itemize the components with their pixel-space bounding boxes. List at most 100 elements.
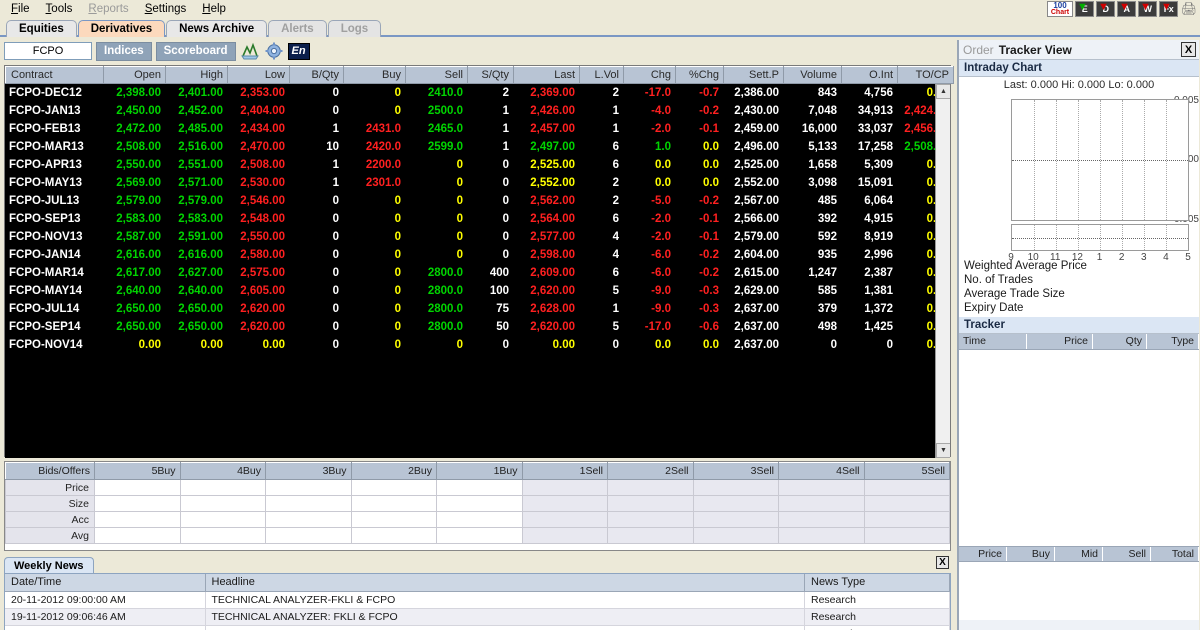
bids-offers-cell[interactable] bbox=[863, 511, 950, 528]
chart-icon[interactable] bbox=[240, 41, 260, 61]
quote-row[interactable]: FCPO-JAN13 2,450.00 2,452.00 2,404.00 0 0 2500… bbox=[5, 102, 950, 120]
quote-row[interactable]: FCPO-JUL14 2,650.00 2,650.00 2,620.00 0 0 2800… bbox=[5, 300, 950, 318]
col-sell[interactable]: Sell bbox=[405, 66, 468, 84]
col-pchg[interactable]: %Chg bbox=[675, 66, 724, 84]
col-2sell[interactable]: 2Sell bbox=[607, 462, 694, 480]
quote-row[interactable]: FCPO-DEC12 2,398.00 2,401.00 2,353.00 0 0 2410… bbox=[5, 84, 950, 102]
quote-row[interactable]: FCPO-APR13 2,550.00 2,551.00 2,508.00 1 2200.… bbox=[5, 156, 950, 174]
quote-row[interactable]: FCPO-MAR14 2,617.00 2,627.00 2,575.00 0 0 2800… bbox=[5, 264, 950, 282]
menu-file[interactable]: File bbox=[4, 1, 37, 18]
bids-offers-cell[interactable] bbox=[436, 511, 523, 528]
bids-offers-cell[interactable] bbox=[350, 511, 437, 528]
language-badge[interactable]: En bbox=[287, 42, 310, 60]
col-low[interactable]: Low bbox=[227, 66, 290, 84]
col-type[interactable]: Type bbox=[1147, 334, 1199, 349]
scoreboard-button[interactable]: Scoreboard bbox=[155, 41, 236, 61]
col-buy[interactable]: Buy bbox=[343, 66, 406, 84]
alerts-icon[interactable]: ▼ A bbox=[1117, 1, 1136, 17]
bids-offers-cell[interactable] bbox=[350, 495, 437, 512]
news-row[interactable]: 20-11-2012 09:00:00 AM TECHNICAL ANALYZER… bbox=[5, 591, 950, 609]
col-bqty[interactable]: B/Qty bbox=[289, 66, 344, 84]
col-1buy[interactable]: 1Buy bbox=[436, 462, 523, 480]
bids-offers-cell[interactable] bbox=[265, 511, 352, 528]
col-depth-sell[interactable]: Sell bbox=[1103, 547, 1151, 561]
bids-offers-cell[interactable] bbox=[265, 495, 352, 512]
forex-icon[interactable]: ▼ Fx bbox=[1159, 1, 1178, 17]
menu-tools[interactable]: Tools bbox=[39, 1, 80, 18]
col-depth-buy[interactable]: Buy bbox=[1007, 547, 1055, 561]
close-icon[interactable]: X bbox=[1181, 42, 1196, 57]
bids-offers-cell[interactable] bbox=[436, 495, 523, 512]
col-sqty[interactable]: S/Qty bbox=[467, 66, 514, 84]
col-settp[interactable]: Sett.P bbox=[723, 66, 784, 84]
tab-equities[interactable]: Equities bbox=[6, 20, 77, 37]
printer-icon[interactable]: 🖨 bbox=[1180, 1, 1198, 17]
bids-offers-cell[interactable] bbox=[607, 495, 694, 512]
quote-row[interactable]: FCPO-MAY13 2,569.00 2,571.00 2,530.00 1 2301.… bbox=[5, 174, 950, 192]
quote-row[interactable]: FCPO-SEP13 2,583.00 2,583.00 2,548.00 0 0 0 0 2,… bbox=[5, 210, 950, 228]
bids-offers-cell[interactable] bbox=[607, 511, 694, 528]
bids-offers-cell[interactable] bbox=[436, 479, 523, 496]
col-4buy[interactable]: 4Buy bbox=[179, 462, 266, 480]
tab-news-archive[interactable]: News Archive bbox=[166, 20, 268, 37]
bids-offers-cell[interactable] bbox=[179, 511, 266, 528]
bids-offers-cell[interactable] bbox=[521, 495, 608, 512]
quote-grid-scrollbar[interactable]: ▲ ▼ bbox=[935, 84, 950, 458]
equities-icon[interactable]: ▼ E bbox=[1075, 1, 1094, 17]
bids-offers-cell[interactable] bbox=[778, 495, 865, 512]
bids-offers-cell[interactable] bbox=[692, 511, 779, 528]
col-high[interactable]: High bbox=[165, 66, 228, 84]
chart-100-logo-icon[interactable]: 100 Chart bbox=[1047, 1, 1073, 17]
bids-offers-cell[interactable] bbox=[265, 527, 352, 544]
bids-offers-cell[interactable] bbox=[179, 479, 266, 496]
col-headline[interactable]: Headline bbox=[205, 574, 805, 592]
col-price[interactable]: Price bbox=[1027, 334, 1093, 349]
bids-offers-cell[interactable] bbox=[692, 479, 779, 496]
bids-offers-cell[interactable] bbox=[350, 527, 437, 544]
bids-offers-cell[interactable] bbox=[863, 527, 950, 544]
quote-row[interactable]: FCPO-JUL13 2,579.00 2,579.00 2,546.00 0 0 0 0 2,… bbox=[5, 192, 950, 210]
bids-offers-cell[interactable] bbox=[778, 479, 865, 496]
col-2buy[interactable]: 2Buy bbox=[350, 462, 437, 480]
col-time[interactable]: Time bbox=[959, 334, 1027, 349]
bids-offers-cell[interactable] bbox=[179, 495, 266, 512]
indices-button[interactable]: Indices bbox=[96, 41, 152, 61]
bids-offers-cell[interactable] bbox=[179, 527, 266, 544]
quote-row[interactable]: FCPO-JAN14 2,616.00 2,616.00 2,580.00 0 0 0 0 2,… bbox=[5, 246, 950, 264]
quote-row[interactable]: FCPO-SEP14 2,650.00 2,650.00 2,620.00 0 0 2800… bbox=[5, 318, 950, 336]
bids-offers-cell[interactable] bbox=[521, 479, 608, 496]
watchlist-icon[interactable]: ▼ W bbox=[1138, 1, 1157, 17]
bids-offers-cell[interactable] bbox=[436, 527, 523, 544]
bids-offers-cell[interactable] bbox=[692, 495, 779, 512]
weekly-news-tab[interactable]: Weekly News bbox=[4, 557, 94, 573]
bids-offers-cell[interactable] bbox=[94, 495, 181, 512]
gear-icon[interactable] bbox=[264, 41, 284, 61]
col-open[interactable]: Open bbox=[103, 66, 166, 84]
menu-settings[interactable]: Settings bbox=[138, 1, 194, 18]
col-5buy[interactable]: 5Buy bbox=[94, 462, 181, 480]
col-tocp[interactable]: TO/CP bbox=[897, 66, 954, 84]
col-chg[interactable]: Chg bbox=[623, 66, 676, 84]
quote-row[interactable]: FCPO-NOV13 2,587.00 2,591.00 2,550.00 0 0 0 0 2,… bbox=[5, 228, 950, 246]
col-contract[interactable]: Contract bbox=[5, 66, 104, 84]
derivatives-icon[interactable]: ▼ D bbox=[1096, 1, 1115, 17]
quote-row[interactable]: FCPO-MAR13 2,508.00 2,516.00 2,470.00 10 2420… bbox=[5, 138, 950, 156]
bids-offers-cell[interactable] bbox=[350, 479, 437, 496]
col-last[interactable]: Last bbox=[513, 66, 580, 84]
quote-row[interactable]: FCPO-NOV14 0.00 0.00 0.00 0 0 0 0 0.00 0 0.0 0.0 2,6… bbox=[5, 336, 950, 354]
news-row[interactable]: 19-11-2012 09:06:46 AM TECHNICAL ANALYZER… bbox=[5, 608, 950, 626]
col-1sell[interactable]: 1Sell bbox=[521, 462, 608, 480]
bids-offers-cell[interactable] bbox=[778, 511, 865, 528]
news-row[interactable]: 16-11-2012 09:27:31 AMTECHNICAL ANALYZER… bbox=[5, 625, 950, 630]
menu-help[interactable]: Help bbox=[195, 1, 233, 18]
col-4sell[interactable]: 4Sell bbox=[778, 462, 865, 480]
col-oint[interactable]: O.Int bbox=[841, 66, 898, 84]
quote-row[interactable]: FCPO-MAY14 2,640.00 2,640.00 2,605.00 0 0 2800… bbox=[5, 282, 950, 300]
col-depth-price[interactable]: Price bbox=[959, 547, 1007, 561]
col-newstype[interactable]: News Type bbox=[804, 574, 950, 592]
bids-offers-cell[interactable] bbox=[94, 479, 181, 496]
col-3buy[interactable]: 3Buy bbox=[265, 462, 352, 480]
col-datetime[interactable]: Date/Time bbox=[5, 574, 206, 592]
bids-offers-cell[interactable] bbox=[265, 479, 352, 496]
bids-offers-cell[interactable] bbox=[863, 479, 950, 496]
